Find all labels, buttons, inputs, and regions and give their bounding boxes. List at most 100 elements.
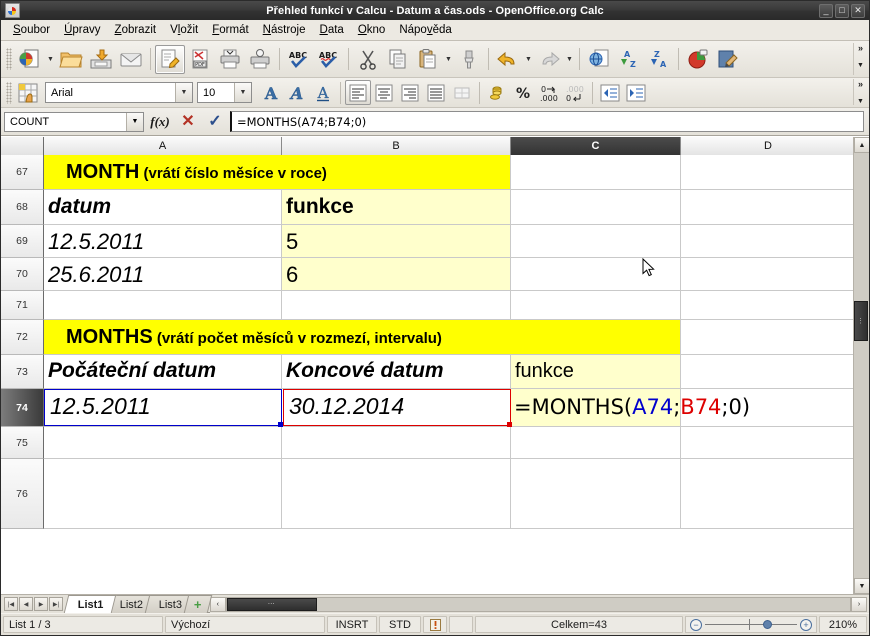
row-header-69[interactable]: 69 [1,225,44,258]
zoom-knob[interactable] [762,620,772,629]
cell-c68[interactable] [511,190,681,225]
cell-a72[interactable] [44,320,282,355]
menu-okno[interactable]: Okno [351,22,393,38]
row-header-67[interactable]: 67 [1,155,44,190]
zoom-out-button[interactable]: − [690,618,702,631]
cell-b72[interactable] [282,320,511,355]
formula-input[interactable]: =MONTHS(A74;B74;0) [230,111,864,132]
maximize-button[interactable]: □ [835,3,849,18]
zoom-track[interactable] [705,619,797,630]
cell-d72[interactable] [681,320,853,355]
menu-format[interactable]: Formát [205,22,255,38]
spelling-icon[interactable]: ABC [284,45,314,74]
undo-dropdown-icon[interactable]: ▼ [523,45,534,74]
cell-b68[interactable] [282,190,511,225]
cell-a67[interactable] [44,155,282,190]
menu-upravy[interactable]: Úpravy [57,22,107,38]
print-icon[interactable] [215,45,245,74]
sort-descending-icon[interactable]: Z A [644,45,674,74]
paste-dropdown-icon[interactable]: ▼ [443,45,454,74]
autospellcheck-icon[interactable]: ABC [314,45,344,74]
menu-vlozit[interactable]: Vložit [163,22,205,38]
formatting-toolbar-grip[interactable] [6,81,12,104]
align-center-icon[interactable] [371,80,397,105]
align-justified-icon[interactable] [423,80,449,105]
row-header-71[interactable]: 71 [1,291,44,320]
status-insert-mode[interactable]: INSRT [327,616,377,633]
cell-c73[interactable] [511,355,681,389]
first-sheet-icon[interactable]: |◀ [4,597,18,611]
redo-dropdown-icon[interactable]: ▼ [564,45,575,74]
cut-icon[interactable] [353,45,383,74]
merge-cells-icon[interactable] [449,80,475,105]
sort-ascending-icon[interactable]: A Z [614,45,644,74]
column-header-c[interactable]: C [511,137,681,155]
horizontal-scroll-thumb[interactable]: ⋯ [226,597,317,611]
cell-c74[interactable] [511,389,681,427]
email-document-icon[interactable] [116,45,146,74]
scroll-up-button[interactable]: ▲ [854,137,869,153]
previous-sheet-icon[interactable]: ◀ [19,597,33,611]
last-sheet-icon[interactable]: ▶| [49,597,63,611]
scroll-left-button[interactable]: ‹ [209,596,226,612]
row-header-68[interactable]: 68 [1,190,44,225]
sheet-tab-list1[interactable]: List1 [63,595,116,613]
cell-a69[interactable] [44,225,282,258]
vertical-scroll-track[interactable]: ⋮ [854,153,869,578]
document-modified-icon[interactable] [423,616,447,633]
toolbar-grip[interactable] [6,48,12,70]
cell-b74[interactable] [282,389,511,427]
cell-a76[interactable] [44,459,282,529]
currency-format-icon[interactable] [484,80,510,105]
row-header-73[interactable]: 73 [1,355,44,389]
row-header-75[interactable]: 75 [1,427,44,459]
hyperlink-icon[interactable] [584,45,614,74]
cell-b76[interactable] [282,459,511,529]
cell-c71[interactable] [511,291,681,320]
status-selection-mode[interactable]: STD [379,616,421,633]
vertical-scrollbar[interactable]: ▲ ⋮ ▼ [853,137,869,594]
name-box-dropdown-icon[interactable]: ▼ [126,112,143,131]
cell-a68[interactable] [44,190,282,225]
cell-d67[interactable] [681,155,853,190]
save-icon[interactable] [86,45,116,74]
cell-d71[interactable] [681,291,853,320]
row-header-76[interactable]: 76 [1,459,44,529]
cell-a71[interactable] [44,291,282,320]
row-header-72[interactable]: 72 [1,320,44,355]
align-right-icon[interactable] [397,80,423,105]
cell-a74[interactable] [44,389,282,427]
cell-a73[interactable] [44,355,282,389]
font-name-combo[interactable]: Arial ▼ [45,82,193,103]
percent-format-icon[interactable]: % [510,80,536,105]
undo-icon[interactable] [493,45,523,74]
cell-c76[interactable] [511,459,681,529]
align-left-icon[interactable] [345,80,371,105]
add-decimal-icon[interactable]: 0 .000 [536,80,562,105]
clone-formatting-icon[interactable] [454,45,484,74]
cell-b70[interactable] [282,258,511,291]
column-header-a[interactable]: A [44,137,282,155]
cell-c67[interactable] [511,155,681,190]
cell-b67[interactable] [282,155,511,190]
cell-a75[interactable] [44,427,282,459]
cell-b71[interactable] [282,291,511,320]
cell-c69[interactable] [511,225,681,258]
horizontal-scroll-track[interactable]: ⋯ [225,596,851,612]
cell-a70[interactable] [44,258,282,291]
vertical-scroll-thumb[interactable]: ⋮ [854,301,868,341]
edit-file-icon[interactable] [155,44,185,74]
cell-b73[interactable] [282,355,511,389]
font-name-dropdown-icon[interactable]: ▼ [175,83,192,102]
horizontal-scrollbar[interactable]: ‹ ⋯ › [209,595,869,613]
cell-d75[interactable] [681,427,853,459]
redo-icon[interactable] [534,45,564,74]
column-header-b[interactable]: B [282,137,511,155]
insert-chart-icon[interactable] [683,45,713,74]
menu-napoveda[interactable]: Nápověda [392,22,458,38]
status-signature[interactable] [449,616,473,633]
scroll-right-button[interactable]: › [851,596,867,612]
function-wizard-icon[interactable]: f(x) [147,114,173,130]
cell-c72[interactable] [511,320,681,355]
underline-icon[interactable]: A [310,80,336,105]
